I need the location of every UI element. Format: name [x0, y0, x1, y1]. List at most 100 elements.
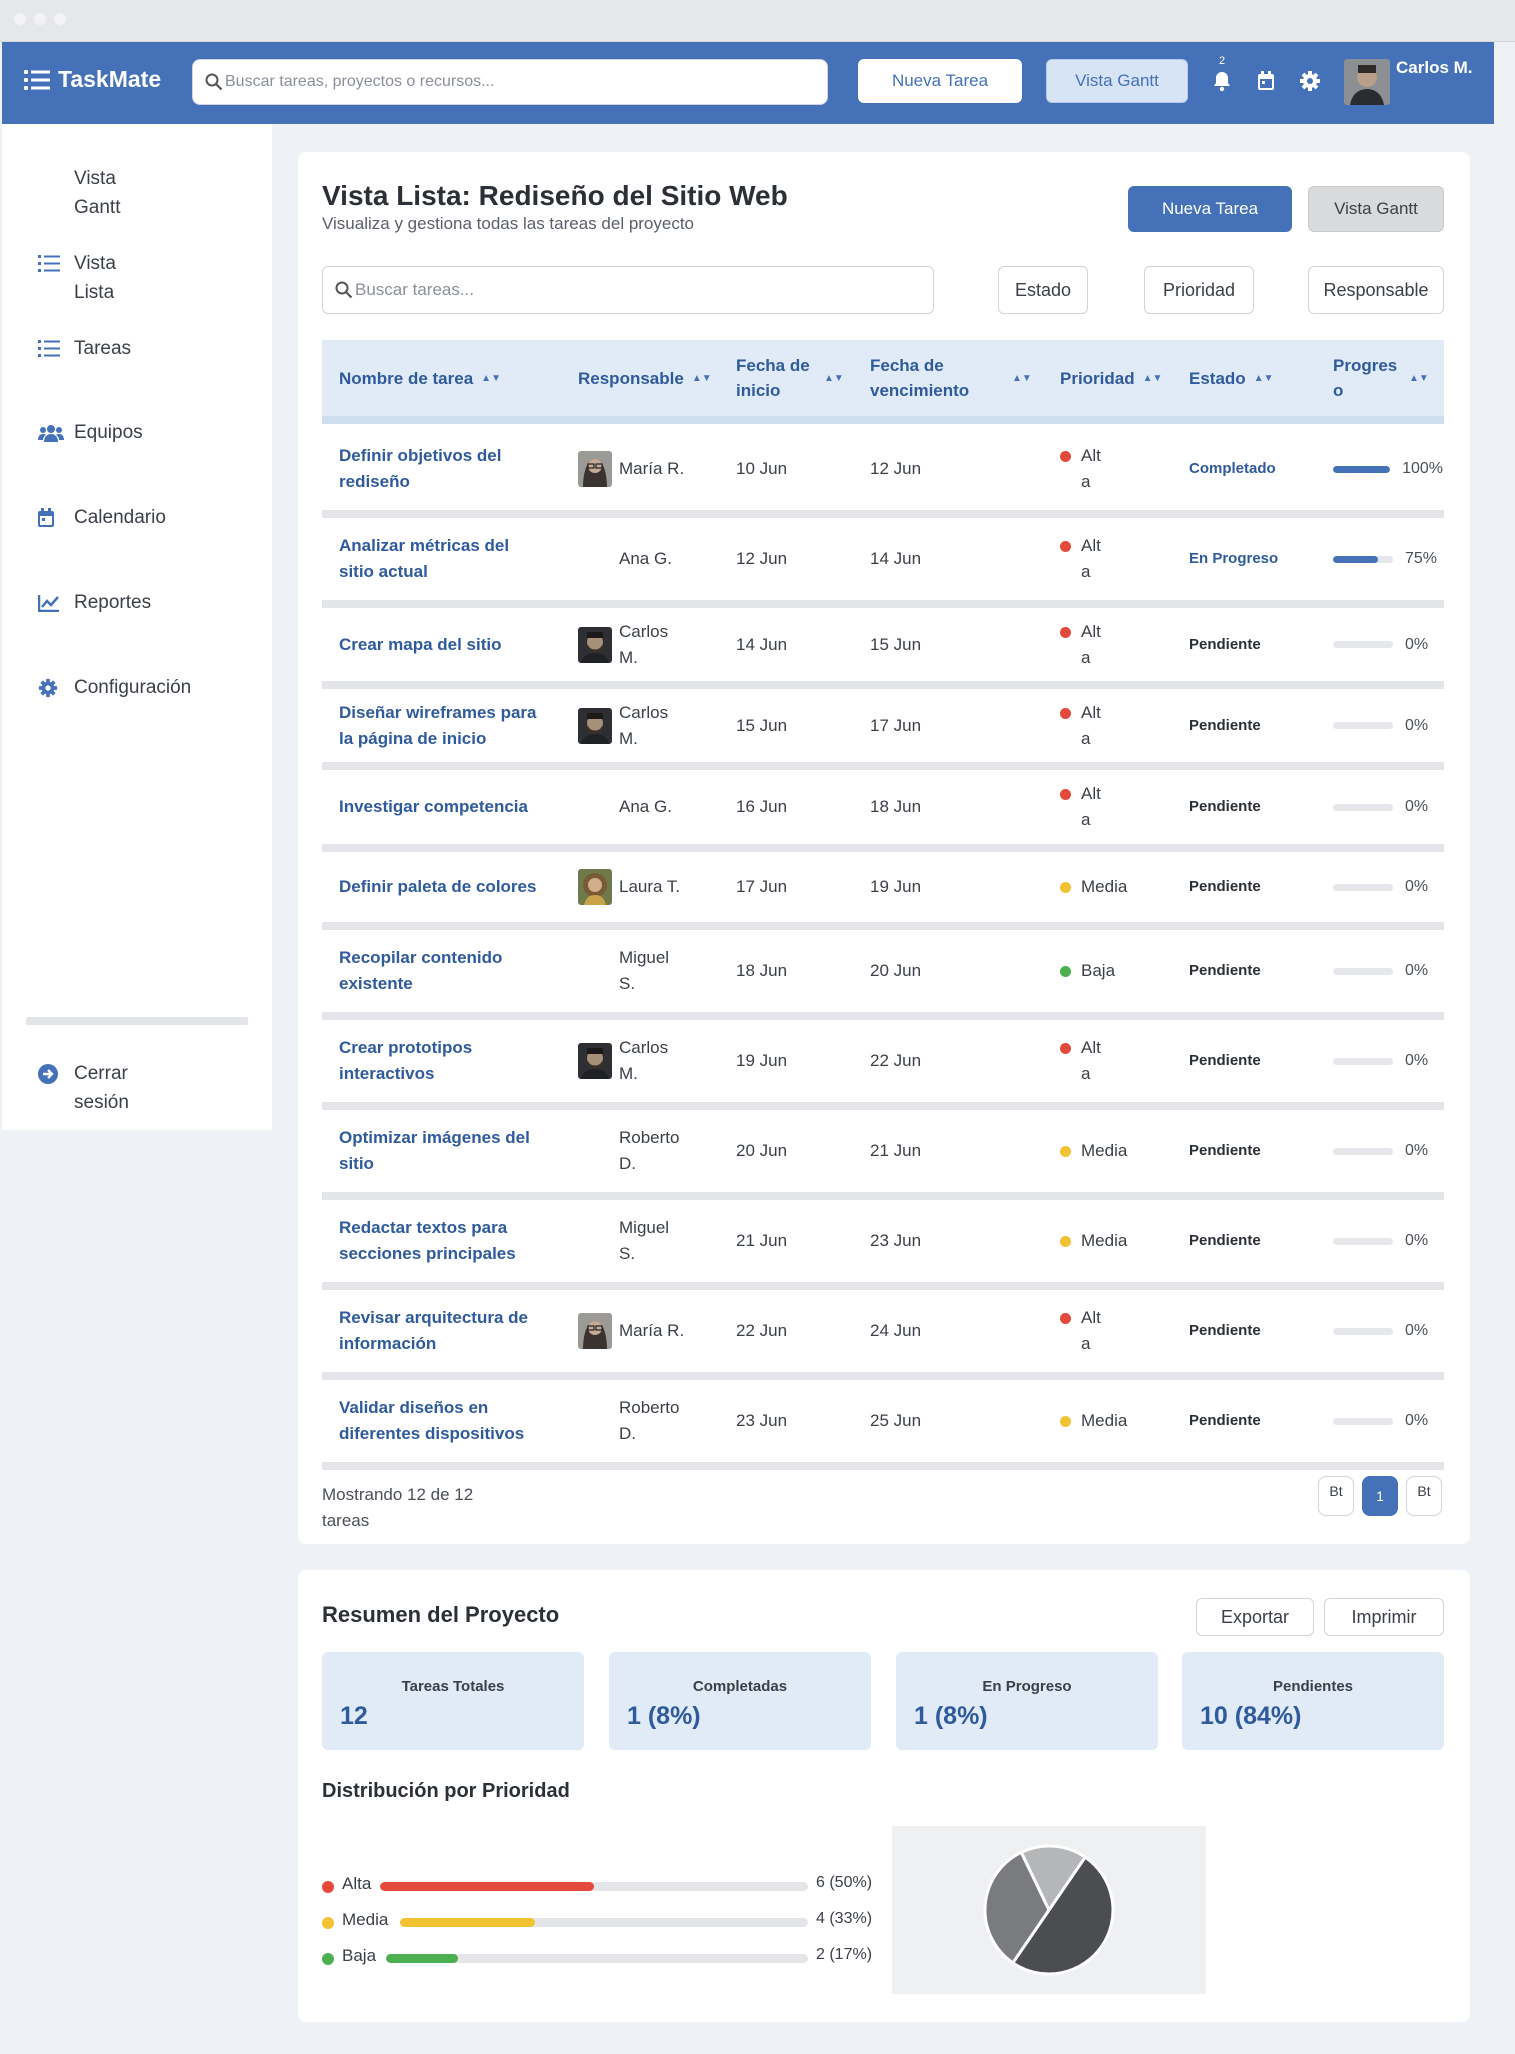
sidebar-item-teams[interactable]: Equipos [38, 418, 204, 447]
export-button[interactable]: Exportar [1196, 1598, 1314, 1636]
owner-name: Roberto D. [619, 1128, 680, 1173]
priority-label: Alta [1081, 784, 1101, 829]
results-count: Mostrando 12 de 12 tareas [322, 1485, 474, 1530]
progress-bar [1333, 722, 1393, 729]
logout-button[interactable]: Cerrar sesión [38, 1059, 144, 1117]
table-row[interactable]: Validar diseños en diferentes dispositiv… [322, 1380, 1444, 1470]
table-row[interactable]: Redactar textos para secciones principal… [322, 1200, 1444, 1290]
sort-icon[interactable]: ▲▼ [1143, 366, 1163, 391]
table-row[interactable]: Revisar arquitectura de información María… [322, 1290, 1444, 1380]
stat-value: 1 (8%) [627, 1702, 701, 1730]
sort-icon[interactable]: ▲▼ [1409, 366, 1429, 391]
column-header-label: Responsable [578, 368, 684, 388]
sidebar-item-reports[interactable]: Reportes [38, 588, 158, 617]
sidebar-item-list-view[interactable]: Vista Lista [38, 249, 144, 307]
table-row[interactable]: Optimizar imágenes del sitio Roberto D. 20… [322, 1110, 1444, 1200]
start-date: 20 Jun [736, 1141, 788, 1160]
stat-value: 1 (8%) [914, 1702, 988, 1730]
sort-icon[interactable]: ▲▼ [1012, 366, 1032, 391]
user-name[interactable]: Carlos M. [1396, 56, 1496, 79]
sidebar: Vista Gantt Vista Lista Tareas Equipos C… [2, 124, 272, 1130]
column-header-progress[interactable]: Progreso ▲▼ [1333, 340, 1441, 416]
sidebar-item-calendar[interactable]: Calendario [38, 503, 166, 532]
priority-bar-track [386, 1954, 808, 1963]
filter-status-button[interactable]: Estado [998, 266, 1088, 314]
bell-icon[interactable] [1210, 69, 1234, 93]
table-row[interactable]: Crear prototipos interactivos Carlos M. 19… [322, 1020, 1444, 1110]
task-name-link[interactable]: Recopilar contenido existente [339, 945, 539, 997]
app-logo[interactable]: TaskMate [24, 66, 161, 93]
task-name-link[interactable]: Analizar métricas del sitio actual [339, 533, 539, 585]
stat-card-total: Tareas Totales 12 [322, 1652, 584, 1750]
table-row[interactable]: Crear mapa del sitio Carlos M. 14 Jun 15 Ju… [322, 608, 1444, 689]
start-date: 21 Jun [736, 1231, 788, 1250]
status-badge: Pendiente [1189, 962, 1261, 979]
task-name-link[interactable]: Revisar arquitectura de información [339, 1305, 539, 1357]
sort-icon[interactable]: ▲▼ [1254, 366, 1274, 391]
search-icon [335, 281, 353, 299]
status-badge: En Progreso [1189, 550, 1279, 567]
pagination-prev-button[interactable]: Bt [1318, 1476, 1354, 1516]
owner-name: Miguel S. [619, 1218, 670, 1263]
table-row[interactable]: Investigar competencia Ana G. 16 Jun 18 Jun… [322, 770, 1444, 852]
gear-icon[interactable] [1298, 69, 1322, 93]
pagination-next-button[interactable]: Bt [1406, 1476, 1442, 1516]
sidebar-divider [26, 1017, 248, 1025]
filter-priority-button[interactable]: Prioridad [1144, 266, 1254, 314]
sort-icon[interactable]: ▲▼ [692, 366, 712, 391]
table-row[interactable]: Definir objetivos del rediseño María R. 10… [322, 428, 1444, 518]
task-name-link[interactable]: Diseñar wireframes para la página de ini… [339, 700, 539, 752]
sidebar-item-label: Tareas [74, 338, 132, 359]
task-name-link[interactable]: Definir objetivos del rediseño [339, 443, 539, 495]
task-name-link[interactable]: Optimizar imágenes del sitio [339, 1125, 539, 1177]
task-search-input[interactable]: Buscar tareas... [322, 266, 934, 314]
priority-bar-fill [386, 1954, 458, 1963]
task-name-link[interactable]: Investigar competencia [339, 794, 528, 820]
table-row[interactable]: Analizar métricas del sitio actual Ana G.… [322, 518, 1444, 608]
sort-icon[interactable]: ▲▼ [824, 366, 844, 391]
sort-icon[interactable]: ▲▼ [481, 366, 501, 391]
due-date: 12 Jun [870, 459, 922, 478]
table-row[interactable]: Recopilar contenido existente Miguel S. 18… [322, 930, 1444, 1020]
calendar-icon[interactable] [1254, 69, 1278, 93]
priority-bar-fill [400, 1918, 535, 1927]
pagination-page-button[interactable]: 1 [1362, 1476, 1398, 1516]
print-button[interactable]: Imprimir [1324, 1598, 1444, 1636]
task-name-link[interactable]: Crear prototipos interactivos [339, 1035, 539, 1087]
list-icon [38, 334, 64, 363]
status-badge: Pendiente [1189, 635, 1261, 653]
progress-value: 0% [1405, 962, 1429, 979]
sidebar-item-settings[interactable]: Configuración [38, 673, 198, 702]
gantt-view-button[interactable]: Vista Gantt [1308, 186, 1444, 232]
sidebar-item-tasks[interactable]: Tareas [38, 334, 204, 363]
priority-bar-track [380, 1882, 808, 1891]
table-row[interactable]: Diseñar wireframes para la página de ini… [322, 689, 1444, 770]
owner-avatar [578, 1313, 612, 1349]
user-avatar[interactable] [1344, 59, 1390, 105]
task-name-link[interactable]: Redactar textos para secciones principal… [339, 1215, 539, 1267]
column-header-label: Fecha de vencimiento [870, 356, 970, 400]
global-search-input[interactable]: Buscar tareas, proyectos o recursos... [192, 59, 828, 105]
menu-icon[interactable] [24, 69, 50, 91]
column-header-owner[interactable]: Responsable ▲▼ [578, 340, 728, 416]
task-name-link[interactable]: Definir paleta de colores [339, 874, 536, 900]
column-header-start[interactable]: Fecha de inicio ▲▼ [736, 340, 846, 416]
column-header-priority[interactable]: Prioridad ▲▼ [1060, 340, 1180, 416]
filter-owner-button[interactable]: Responsable [1308, 266, 1444, 314]
owner-name: María R. [619, 459, 685, 478]
column-header-name[interactable]: Nombre de tarea ▲▼ [339, 340, 559, 416]
column-header-due[interactable]: Fecha de vencimiento ▲▼ [870, 340, 1038, 416]
list-icon [38, 249, 64, 278]
progress-bar [1333, 1327, 1393, 1335]
new-task-button[interactable]: Nueva Tarea [1128, 186, 1292, 232]
priority-dot [1060, 789, 1071, 800]
due-date: 23 Jun [870, 1231, 922, 1250]
task-name-link[interactable]: Crear mapa del sitio [339, 632, 502, 658]
column-header-status[interactable]: Estado ▲▼ [1189, 340, 1289, 416]
new-task-button[interactable]: Nueva Tarea [858, 59, 1022, 103]
project-summary-panel: Resumen del Proyecto Exportar Imprimir T… [298, 1570, 1470, 2022]
table-row[interactable]: Definir paleta de colores Laura T. 17 Jun 1… [322, 852, 1444, 930]
task-name-link[interactable]: Validar diseños en diferentes dispositiv… [339, 1395, 539, 1447]
sidebar-item-gantt[interactable]: Vista Gantt [38, 164, 154, 222]
gantt-view-button[interactable]: Vista Gantt [1046, 59, 1188, 103]
